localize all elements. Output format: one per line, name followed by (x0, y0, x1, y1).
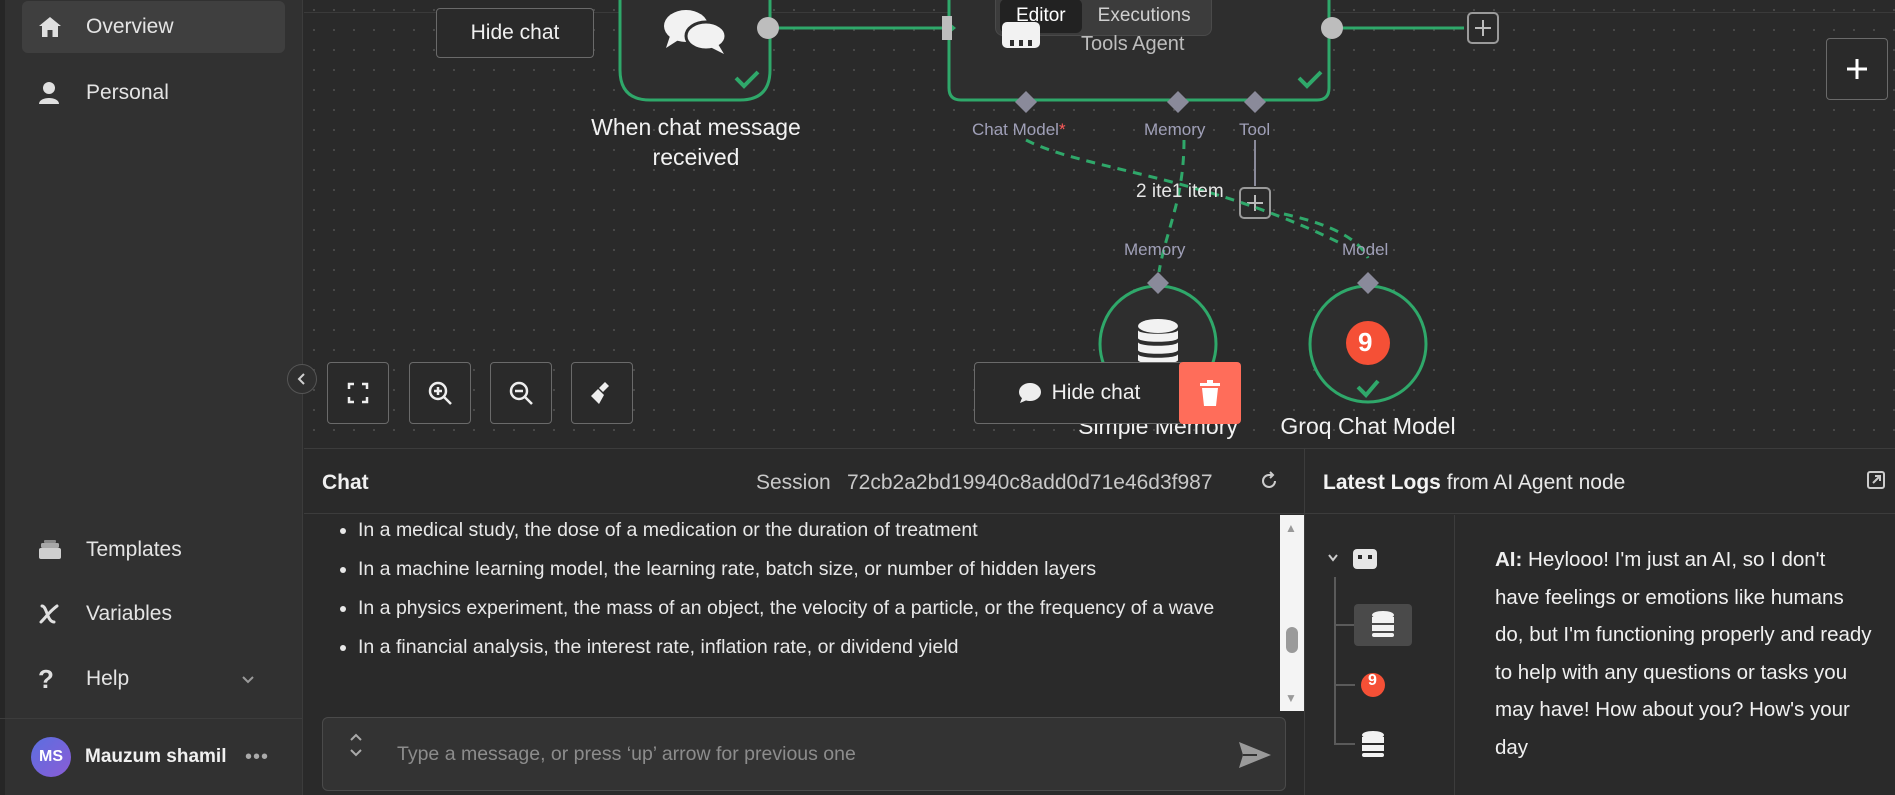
broom-icon (591, 382, 609, 404)
scroll-thumb[interactable] (1286, 627, 1298, 653)
chevron-down-icon (350, 749, 362, 757)
model-node-input-label: Model (1342, 240, 1389, 259)
tree-lines (1328, 549, 1412, 757)
robot-icon (998, 22, 1044, 57)
sidebar-item-personal[interactable]: Personal (22, 67, 285, 119)
sidebar-item-label: Templates (86, 538, 182, 561)
chat-message-input[interactable] (397, 738, 1197, 770)
tab-executions[interactable]: Executions (1082, 0, 1207, 33)
list-item: In a financial analysis, the interest ra… (358, 634, 1258, 660)
user-name: Mauzum shamil (85, 746, 227, 767)
chat-input-box (322, 717, 1286, 791)
chevron-down-icon (1328, 554, 1338, 562)
sidebar-item-variables[interactable]: Variables (22, 588, 285, 640)
help-icon: ? (38, 663, 54, 694)
sidebar: Overview Personal Templates Variables ? … (0, 0, 303, 795)
session-label: Session (756, 471, 831, 494)
fit-view-button[interactable] (327, 362, 389, 424)
chat-title: Chat (322, 471, 369, 494)
ai-response: AI: Heylooo! I'm just an AI, so I don't … (1495, 548, 1872, 759)
sidebar-item-help[interactable]: ? Help (22, 653, 285, 705)
trigger-output-port (757, 17, 779, 39)
trash-icon (1200, 380, 1220, 406)
chat-messages: In a medical study, the dose of a medica… (304, 515, 1280, 711)
list-item: In a machine learning model, the learnin… (358, 556, 1258, 582)
logs-header: Latest Logs from AI Agent node (1305, 449, 1895, 514)
sidebar-item-label: Help (86, 667, 130, 690)
collapse-sidebar-button[interactable] (287, 364, 317, 394)
agent-subtitle: Tools Agent (1081, 33, 1185, 55)
tool-port-label: Tool (1239, 120, 1271, 139)
logs-panel: Latest Logs from AI Agent node 9 AI: Hey… (1304, 448, 1895, 795)
scroll-down-icon[interactable]: ▼ (1285, 691, 1297, 705)
user-icon (38, 81, 74, 105)
chat-bubble-icon (1018, 383, 1041, 403)
chat-model-port-label: Chat Model* (972, 120, 1066, 139)
sidebar-item-templates[interactable]: Templates (22, 524, 285, 576)
hide-chat-label: Hide chat (1051, 381, 1141, 404)
zoom-in-button[interactable] (409, 362, 471, 424)
agent-output-port (1321, 17, 1343, 39)
user-menu[interactable]: MS Mauzum shamil ••• (0, 718, 303, 795)
refresh-session-icon[interactable] (1259, 471, 1279, 496)
session-id[interactable]: 72cb2a2bd19940c8add0d71e46d3f987 (847, 471, 1213, 495)
more-options-icon[interactable]: ••• (245, 746, 269, 769)
chevron-up-icon (350, 733, 362, 741)
chat-bubbles-icon (660, 6, 730, 61)
open-external-icon[interactable] (1867, 471, 1885, 494)
hide-chat-button[interactable]: Hide chat (974, 362, 1184, 424)
history-arrows[interactable] (349, 732, 363, 758)
zoom-out-button[interactable] (490, 362, 552, 424)
scroll-up-icon[interactable]: ▲ (1285, 521, 1297, 535)
trigger-node-label: When chat message received (591, 114, 801, 170)
delete-button[interactable] (1179, 362, 1241, 424)
workflow-canvas[interactable]: Editor Executions Tools Agent Hide chat … (304, 0, 1895, 448)
robot-icon (1353, 549, 1377, 569)
zoom-in-icon (428, 381, 452, 405)
send-icon[interactable] (1237, 740, 1273, 775)
list-item: In a medical study, the dose of a medica… (358, 517, 1258, 543)
home-icon (38, 16, 74, 38)
list-item: In a physics experiment, the mass of an … (358, 595, 1258, 621)
groq-glyph: 9 (1358, 327, 1373, 357)
sidebar-item-overview[interactable]: Overview (22, 1, 285, 53)
avatar: MS (31, 737, 71, 777)
logs-tree: 9 (1305, 515, 1455, 795)
zoom-out-icon (509, 381, 533, 405)
logs-title: Latest Logs from AI Agent node (1323, 471, 1626, 494)
hide-chat-button-top[interactable]: Hide chat (436, 8, 594, 58)
sidebar-item-label: Overview (86, 15, 174, 38)
chat-header: Chat Session 72cb2a2bd19940c8add0d71e46d… (304, 449, 1304, 514)
chevron-down-icon (241, 669, 255, 690)
sidebar-item-label: Personal (86, 81, 169, 104)
variables-icon (38, 603, 74, 625)
memory-port-label: Memory (1144, 120, 1206, 139)
sidebar-item-label: Variables (86, 602, 172, 625)
fit-view-icon (347, 382, 369, 404)
templates-icon (38, 540, 74, 560)
plus-icon (1847, 59, 1867, 79)
edge-items-label: 2 ite1 item (1136, 181, 1224, 202)
sidebar-edge (0, 0, 5, 795)
groq-node-label: Groq Chat Model (1280, 413, 1456, 439)
chat-scrollbar[interactable]: ▲ ▼ (1280, 515, 1304, 711)
chat-panel: Chat Session 72cb2a2bd19940c8add0d71e46d… (304, 448, 1304, 795)
groq-tree-glyph: 9 (1368, 672, 1377, 689)
agent-input-port (942, 16, 952, 40)
add-node-button[interactable] (1826, 38, 1888, 100)
memory-node-input-label: Memory (1124, 240, 1186, 259)
tidy-up-button[interactable] (571, 362, 633, 424)
